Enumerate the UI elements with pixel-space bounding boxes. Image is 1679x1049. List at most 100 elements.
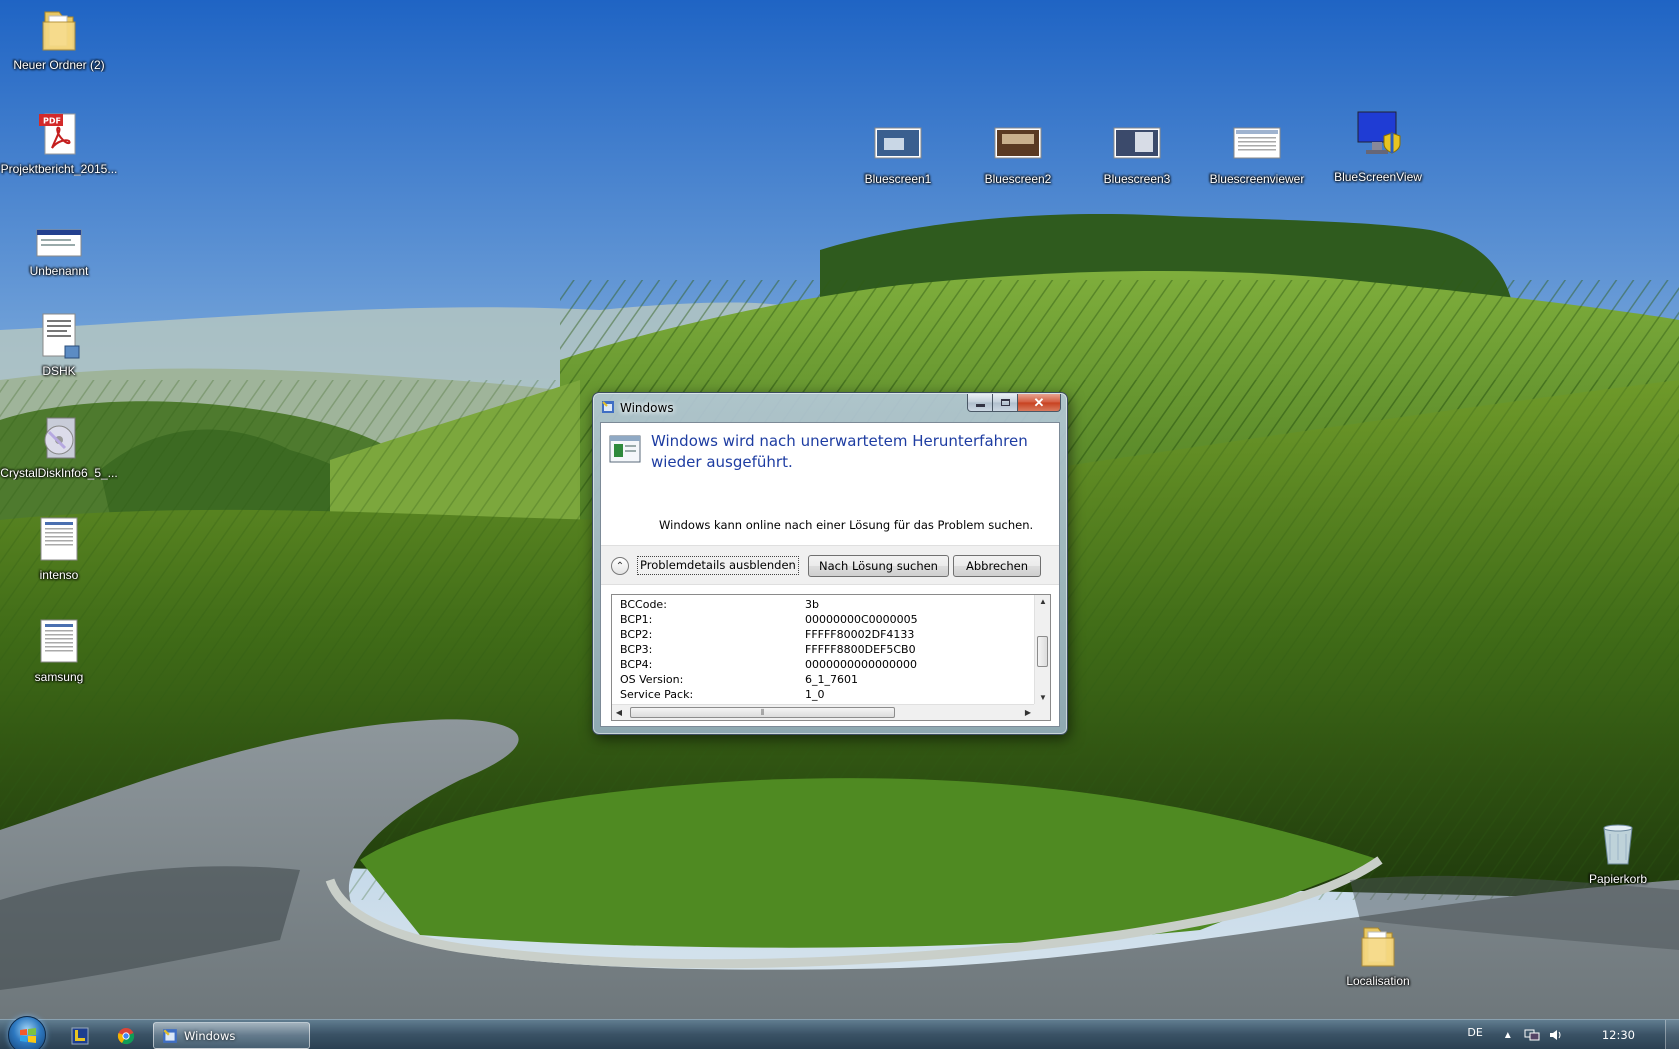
detail-row: BCP4: 0000000000000000 — [620, 658, 917, 673]
detail-value: 6_1_7601 — [805, 673, 858, 686]
svg-text:PDF: PDF — [43, 117, 61, 126]
network-icon[interactable] — [1524, 1027, 1540, 1043]
detail-value: FFFFF8800DEF5CB0 — [805, 643, 916, 656]
dialog-title: Windows — [620, 401, 674, 415]
detail-row: BCP3: FFFFF8800DEF5CB0 — [620, 643, 916, 658]
desktop-icon-localisation[interactable]: Localisation — [1319, 922, 1437, 988]
image-icon — [1233, 120, 1281, 168]
desktop-icon-projektbericht[interactable]: PDF Projektbericht_2015... — [0, 110, 118, 176]
scroll-right-arrow-icon[interactable]: ▶ — [1021, 705, 1035, 720]
chevron-up-icon: ⌃ — [615, 560, 625, 572]
detail-key: BCCode: — [620, 598, 667, 611]
desktop-icon-papierkorb[interactable]: Papierkorb — [1559, 820, 1677, 886]
minimize-icon — [975, 404, 985, 407]
desktop-icon-samsung[interactable]: samsung — [0, 618, 118, 684]
windows-app-icon — [163, 1028, 177, 1043]
problem-details-box[interactable]: BCCode: 3b BCP1: 00000000C0000005 BCP2: FFF… — [611, 594, 1051, 721]
folder-icon — [35, 6, 83, 54]
desktop-icon-label: Bluescreenviewer — [1209, 172, 1305, 186]
detail-row: BCP2: FFFFF80002DF4133 — [620, 628, 914, 643]
volume-icon[interactable] — [1548, 1027, 1564, 1043]
disc-icon — [35, 414, 83, 462]
detail-row: BCCode: 3b — [620, 598, 819, 613]
desktop-icon-label: Bluescreen3 — [1103, 172, 1171, 186]
detail-key: BCP1: — [620, 613, 653, 626]
show-hidden-icons-icon[interactable]: ▲ — [1500, 1027, 1516, 1043]
desktop-icon-label: intenso — [39, 568, 79, 582]
desktop-icon-label: samsung — [34, 670, 84, 684]
recycle-bin-icon — [1594, 820, 1642, 868]
dialog-titlebar[interactable]: Windows — [601, 398, 674, 418]
image-icon — [874, 120, 922, 168]
horizontal-scroll-thumb[interactable]: ⦀ — [630, 707, 895, 718]
image-icon — [1113, 120, 1161, 168]
desktop-icon-unbenannt[interactable]: Unbenannt — [0, 212, 118, 278]
desktop-icon-bluescreen3[interactable]: Bluescreen3 — [1078, 120, 1196, 186]
desktop-icon-bluescreenviewer[interactable]: Bluescreenviewer — [1198, 120, 1316, 186]
detail-value: 00000000C0000005 — [805, 613, 918, 626]
taskbar-clock[interactable]: 12:30 — [1602, 1028, 1635, 1042]
vertical-scroll-thumb[interactable] — [1037, 636, 1048, 667]
desktop-icon-bluescreen2[interactable]: Bluescreen2 — [959, 120, 1077, 186]
spreadsheet-icon — [35, 516, 83, 564]
language-indicator[interactable]: DE — [1467, 1026, 1482, 1039]
taskbar: Windows DE ▲ 12:30 — [0, 1016, 1679, 1049]
collapse-details-button[interactable]: ⌃ — [611, 557, 629, 575]
desktop-icon-label: Localisation — [1346, 974, 1410, 988]
system-tray: DE ▲ 12:30 — [1467, 1020, 1679, 1049]
problem-report-dialog[interactable]: Windows ✕ Windows wird nach unerwartetem… — [592, 392, 1068, 735]
document-icon — [35, 312, 83, 360]
hide-problem-details-link[interactable]: Problemdetails ausblenden — [637, 556, 799, 575]
search-solution-button[interactable]: Nach Lösung suchen — [808, 555, 949, 577]
desktop-icon-label: Projektbericht_2015... — [0, 162, 118, 176]
desktop-icon-dshk[interactable]: DSHK — [0, 312, 118, 378]
minimize-button[interactable] — [967, 394, 993, 412]
scroll-down-arrow-icon[interactable]: ▼ — [1035, 691, 1050, 705]
desktop-icon-bluescreenview[interactable]: BlueScreenView — [1319, 106, 1437, 184]
scroll-up-arrow-icon[interactable]: ▲ — [1035, 595, 1050, 609]
details-horizontal-scrollbar[interactable]: ◀ ⦀ ▶ — [612, 704, 1035, 720]
windows-logo-icon — [20, 1028, 36, 1043]
dialog-client-area: Windows wird nach unerwartetem Herunterf… — [600, 422, 1060, 727]
windows-app-icon — [601, 400, 615, 417]
chrome-icon — [117, 1028, 135, 1045]
scroll-left-arrow-icon[interactable]: ◀ — [612, 705, 626, 720]
dialog-heading: Windows wird nach unerwartetem Herunterf… — [651, 432, 1028, 471]
desktop-icon-label: Unbenannt — [29, 264, 89, 278]
dialog-subtext: Windows kann online nach einer Lösung fü… — [659, 518, 1034, 532]
maximize-button[interactable] — [993, 394, 1018, 412]
desktop-icon-label: DSHK — [42, 364, 76, 378]
cancel-button[interactable]: Abbrechen — [953, 555, 1041, 577]
desktop-icon-label: Neuer Ordner (2) — [13, 58, 105, 72]
detail-row: OS Version: 6_1_7601 — [620, 673, 858, 688]
detail-key: OS Version: — [620, 673, 684, 686]
close-icon: ✕ — [1033, 394, 1045, 410]
desktop-icon-label: Bluescreen1 — [864, 172, 932, 186]
show-desktop-button[interactable] — [1665, 1020, 1679, 1049]
desktop-icon-label: Bluescreen2 — [984, 172, 1052, 186]
detail-row: Service Pack: 1_0 — [620, 688, 825, 703]
taskbar-task-windows[interactable]: Windows — [153, 1022, 310, 1049]
taskbar-pinned-app[interactable] — [60, 1023, 100, 1049]
desktop-icon-neuer-ordner[interactable]: Neuer Ordner (2) — [0, 6, 118, 72]
scrollbar-corner — [1034, 704, 1050, 720]
dialog-header: Windows wird nach unerwartetem Herunterf… — [609, 431, 1056, 473]
spreadsheet-icon — [35, 618, 83, 666]
maximize-icon — [1000, 399, 1010, 406]
taskbar-pinned-chrome[interactable] — [106, 1023, 146, 1049]
desktop-icon-bluescreen1[interactable]: Bluescreen1 — [839, 120, 957, 186]
window-controls: ✕ — [967, 394, 1061, 412]
desktop-icon-label: CrystalDiskInfo6_5_... — [0, 466, 118, 480]
desktop-icon-intenso[interactable]: intenso — [0, 516, 118, 582]
desktop-icon-label: BlueScreenView — [1334, 170, 1422, 184]
close-button[interactable]: ✕ — [1018, 394, 1061, 412]
details-vertical-scrollbar[interactable]: ▲ ▼ — [1034, 595, 1050, 705]
desktop-icon-crystaldiskinfo[interactable]: CrystalDiskInfo6_5_... — [0, 414, 118, 480]
app-icon — [71, 1027, 89, 1045]
taskbar-task-label: Windows — [184, 1028, 236, 1043]
monitor-icon — [1354, 106, 1402, 166]
detail-value: 1_0 — [805, 688, 825, 701]
start-button[interactable] — [8, 1016, 46, 1049]
detail-value: 3b — [805, 598, 819, 611]
pdf-icon: PDF — [35, 110, 83, 158]
